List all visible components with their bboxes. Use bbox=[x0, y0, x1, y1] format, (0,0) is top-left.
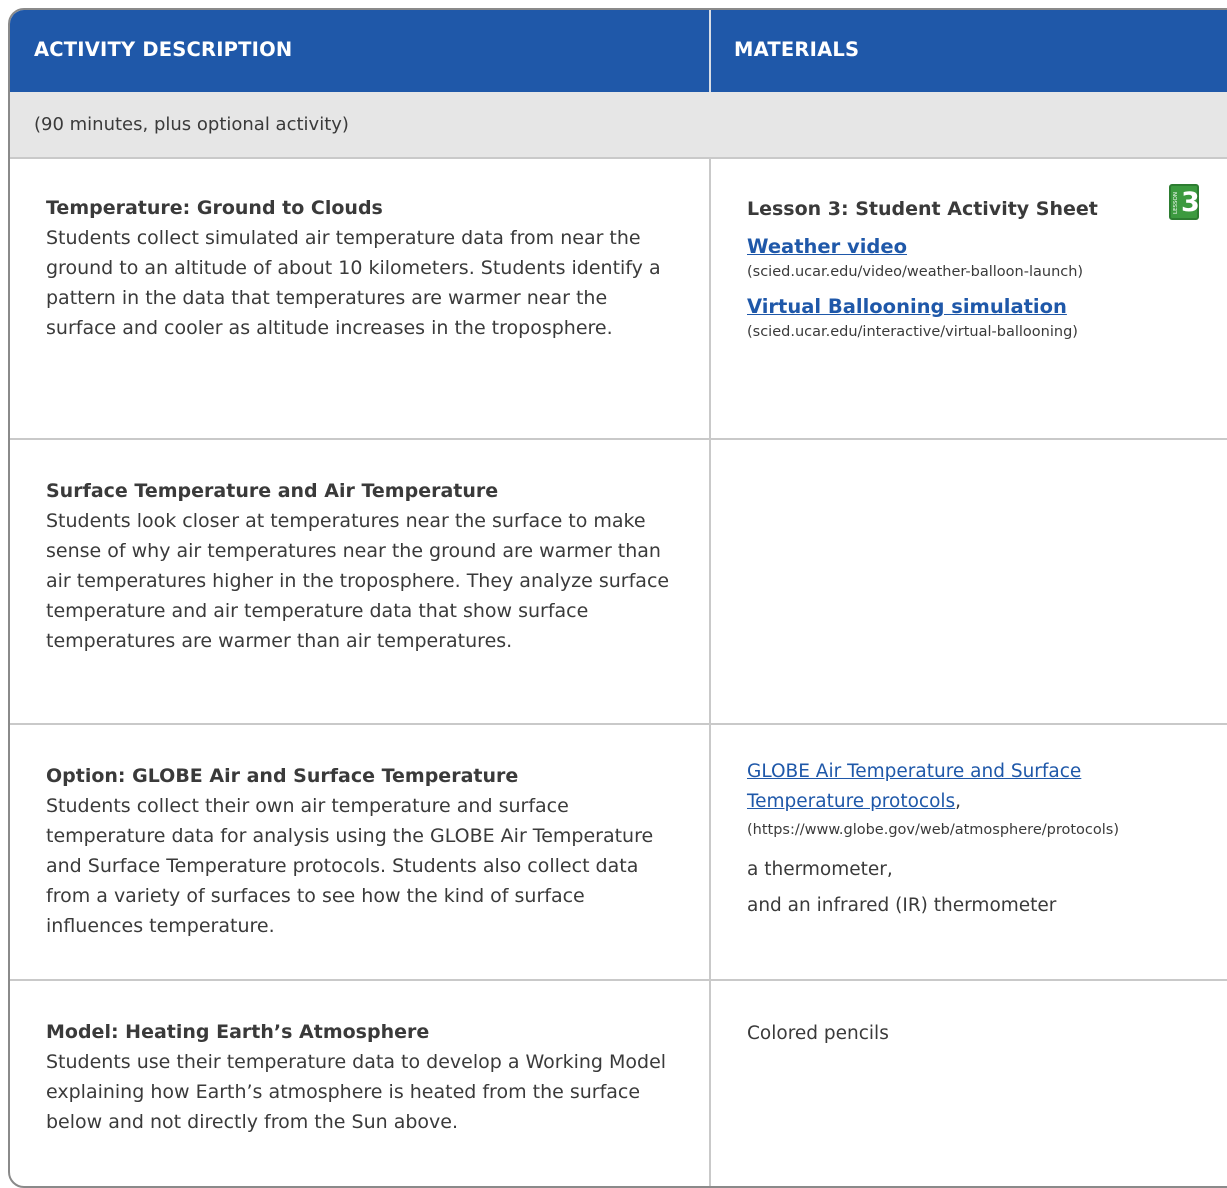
activity-cell: Model: Heating Earth’s Atmosphere Studen… bbox=[46, 1017, 676, 1137]
table-header: ACTIVITY DESCRIPTION MATERIALS bbox=[10, 10, 1227, 92]
weather-video-link[interactable]: Weather video bbox=[747, 233, 1217, 261]
globe-protocols-url: (https://www.globe.gov/web/atmosphere/pr… bbox=[747, 822, 1119, 838]
lesson-3-badge-icon: LESSON 3 bbox=[1169, 184, 1200, 220]
table-row: Model: Heating Earth’s Atmosphere Studen… bbox=[10, 981, 1227, 1186]
materials-cell: GLOBE Air Temperature and Surface Temper… bbox=[747, 757, 1187, 921]
activity-title: Temperature: Ground to Clouds bbox=[46, 197, 383, 219]
activity-body: Students look closer at temperatures nea… bbox=[46, 510, 670, 652]
globe-protocols-link[interactable]: GLOBE Air Temperature and Surface Temper… bbox=[747, 761, 1081, 812]
header-divider bbox=[709, 10, 711, 92]
virtual-ballooning-url: (scied.ucar.edu/interactive/virtual-ball… bbox=[747, 324, 1078, 340]
virtual-ballooning-link[interactable]: Virtual Ballooning simulation bbox=[747, 293, 1217, 321]
activity-cell: Surface Temperature and Air Temperature … bbox=[46, 476, 676, 656]
header-materials: MATERIALS bbox=[734, 38, 860, 61]
activity-cell: Option: GLOBE Air and Surface Temperatur… bbox=[46, 761, 676, 941]
header-activity-description: ACTIVITY DESCRIPTION bbox=[34, 38, 293, 61]
student-activity-sheet-label: Lesson 3: Student Activity Sheet bbox=[747, 198, 1098, 220]
activity-body: Students collect their own air temperatu… bbox=[46, 795, 654, 937]
activity-title: Surface Temperature and Air Temperature bbox=[46, 480, 499, 502]
material-colored-pencils: Colored pencils bbox=[747, 1023, 889, 1044]
materials-cell: Colored pencils bbox=[747, 1019, 1217, 1049]
activity-body: Students collect simulated air temperatu… bbox=[46, 227, 661, 339]
materials-cell: Lesson 3: Student Activity Sheet LESSON … bbox=[747, 184, 1217, 343]
material-ir-thermometer: and an infrared (IR) thermometer bbox=[747, 895, 1057, 916]
activity-title: Option: GLOBE Air and Surface Temperatur… bbox=[46, 765, 519, 787]
weather-video-url: (scied.ucar.edu/video/weather-balloon-la… bbox=[747, 264, 1084, 280]
activity-title: Model: Heating Earth’s Atmosphere bbox=[46, 1021, 430, 1043]
table-row: Option: GLOBE Air and Surface Temperatur… bbox=[10, 725, 1227, 981]
duration-text: (90 minutes, plus optional activity) bbox=[34, 114, 349, 135]
table-row: Temperature: Ground to Clouds Students c… bbox=[10, 159, 1227, 440]
material-thermometer: a thermometer, bbox=[747, 859, 893, 880]
link-comma: , bbox=[955, 791, 962, 812]
duration-row: (90 minutes, plus optional activity) bbox=[10, 92, 1227, 159]
activity-table: ACTIVITY DESCRIPTION MATERIALS (90 minut… bbox=[8, 8, 1227, 1188]
activity-body: Students use their temperature data to d… bbox=[46, 1051, 667, 1133]
activity-cell: Temperature: Ground to Clouds Students c… bbox=[46, 193, 676, 343]
table-row: Surface Temperature and Air Temperature … bbox=[10, 440, 1227, 725]
